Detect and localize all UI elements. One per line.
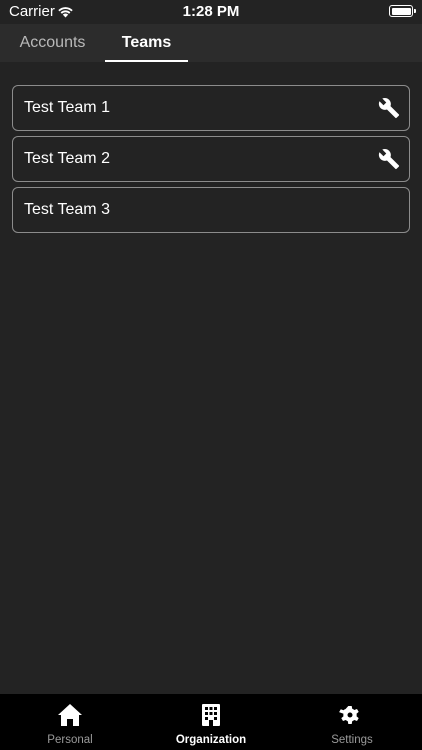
team-name: Test Team 2 — [24, 150, 110, 167]
team-name: Test Team 3 — [24, 201, 110, 218]
team-list: Test Team 1 Test Team 2 Test Team 3 — [12, 85, 410, 238]
status-bar: Carrier 1:28 PM — [0, 0, 422, 24]
tab-teams-label: Teams — [121, 34, 172, 51]
tab-personal[interactable]: Personal — [0, 694, 140, 750]
tab-settings-label: Settings — [331, 734, 373, 746]
tab-personal-label: Personal — [47, 734, 93, 746]
bottom-tab-bar: Personal Organization Settings — [0, 694, 422, 750]
tab-settings[interactable]: Settings — [282, 694, 422, 750]
team-name: Test Team 1 — [24, 99, 110, 116]
wrench-icon[interactable] — [378, 97, 400, 119]
tab-teams[interactable]: Teams — [105, 24, 188, 62]
team-row[interactable]: Test Team 3 — [12, 187, 410, 233]
tab-organization-label: Organization — [175, 734, 247, 746]
team-row[interactable]: Test Team 2 — [12, 136, 410, 182]
team-row[interactable]: Test Team 1 — [12, 85, 410, 131]
tab-accounts-label: Accounts — [19, 34, 86, 51]
tab-organization[interactable]: Organization — [141, 694, 281, 750]
active-tab-indicator — [105, 60, 188, 62]
battery-icon — [389, 5, 416, 17]
wrench-icon[interactable] — [378, 148, 400, 170]
tab-accounts[interactable]: Accounts — [0, 24, 105, 62]
top-tab-bar: Accounts Teams — [0, 24, 422, 62]
clock-time: 1:28 PM — [182, 3, 240, 20]
